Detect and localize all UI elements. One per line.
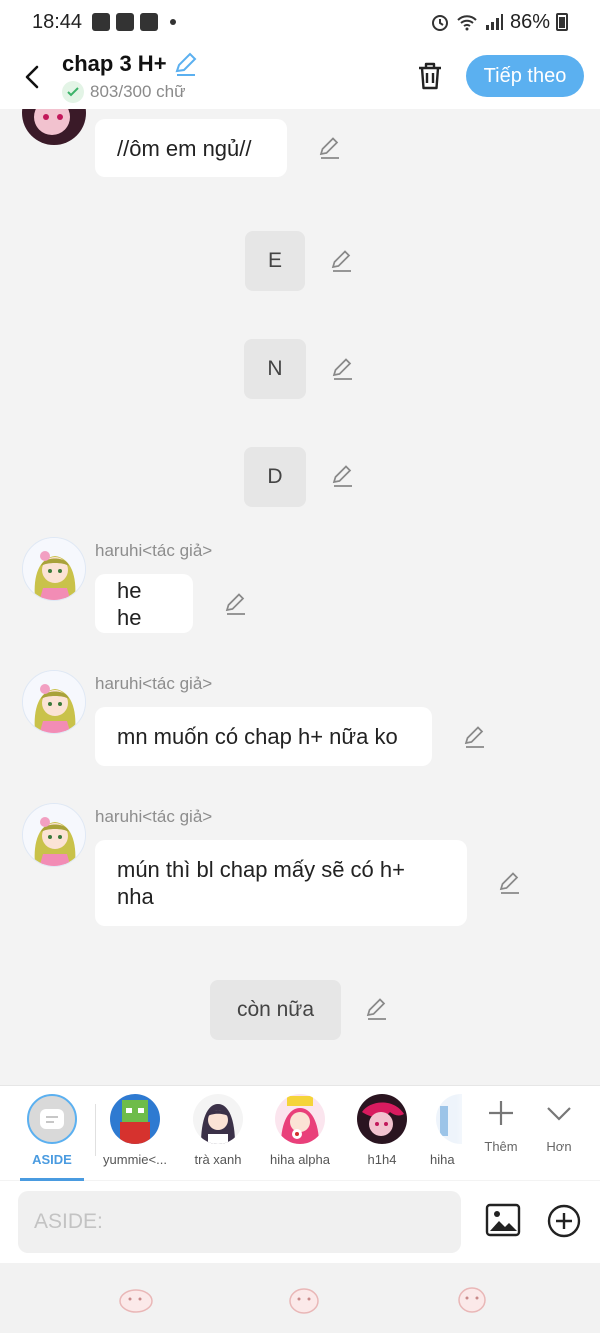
shopee-icon [116,13,135,31]
delete-button[interactable] [412,58,448,94]
add-label: Thêm [484,1139,518,1154]
add-character-button[interactable]: Thêm [476,1098,526,1154]
image-icon [485,1203,521,1237]
message-text: //ôm em ngủ// [117,135,252,161]
notification-icons [92,13,177,31]
aside-icon [27,1094,77,1144]
status-bar: 18:44 86% [0,0,600,44]
edit-message-icon[interactable] [318,136,342,160]
avatar [22,670,86,734]
message-text: mún thì bl chap mấy sẽ có h+ nha [117,857,405,909]
narration-text: còn nữa [236,998,315,1021]
character-tra-xanh[interactable]: trà xanh [176,1094,260,1167]
chapter-title: chap 3 H+ [62,50,167,76]
sticker-bar [0,1263,600,1333]
app-icon [140,13,159,31]
gallery-icon [92,13,111,31]
narration-bubble[interactable]: N [244,339,306,399]
edit-message-icon[interactable] [331,357,355,381]
character-name: trà xanh [194,1152,242,1167]
sticker-icon[interactable] [284,1281,324,1315]
narration-text: E [267,249,282,272]
editor-header: chap 3 H+ 803/300 chữ Tiếp theo [0,44,600,109]
edit-message-icon[interactable] [463,725,487,749]
avatar [110,1094,160,1144]
wifi-icon [457,15,477,31]
character-hiha-alpha[interactable]: hiha alpha [258,1094,342,1167]
edit-message-icon[interactable] [224,592,248,616]
narration-text: D [267,465,283,488]
avatar [22,109,86,145]
alarm-icon [431,15,448,31]
add-circle-icon [547,1204,581,1238]
avatar [275,1094,325,1144]
title-area: chap 3 H+ 803/300 chữ [62,51,199,103]
narration-bubble[interactable]: D [244,447,306,507]
character-h1h4[interactable]: h1h4 [340,1094,424,1167]
more-button[interactable]: Hơn [534,1098,584,1154]
plus-icon [489,1101,513,1125]
message-bubble[interactable]: mn muốn có chap h+ nữa ko [95,707,432,766]
trash-icon [419,62,441,90]
check-icon [62,80,84,103]
author-name: haruhi<tác giả> [95,674,213,693]
more-notifications-dot [170,19,177,25]
avatar [193,1094,243,1144]
sticker-icon[interactable] [452,1281,492,1315]
next-button[interactable]: Tiếp theo [466,55,584,97]
narration-bubble[interactable]: E [245,231,305,291]
character-name: yummie<... [103,1152,167,1167]
edit-message-icon[interactable] [365,997,389,1021]
message-text: mn muốn có chap h+ nữa ko [117,724,398,749]
message-text: he he [117,577,142,630]
battery-icon [556,13,568,31]
narration-bubble[interactable]: còn nữa [210,980,341,1040]
message-bubble[interactable]: //ôm em ngủ// [95,119,287,177]
message-bubble[interactable]: he he [95,574,193,633]
strip-fade [456,1086,476,1178]
battery-percent: 86% [509,10,550,33]
status-time: 18:44 [32,10,83,33]
word-count: 803/300 chữ [90,81,186,101]
back-button[interactable] [6,47,58,107]
narration-text: N [267,357,283,380]
character-yummie[interactable]: yummie<... [93,1094,177,1167]
edit-message-icon[interactable] [498,871,522,895]
author-name: haruhi<tác giả> [95,807,213,826]
message-input[interactable] [18,1191,461,1253]
back-arrow-icon [25,65,39,88]
character-name: h1h4 [367,1152,397,1167]
input-bar [0,1181,600,1263]
insert-image-button[interactable] [484,1201,522,1239]
edit-message-icon[interactable] [330,249,354,273]
author-name: haruhi<tác giả> [95,541,213,560]
avatar [22,803,86,867]
avatar [357,1094,407,1144]
edit-title-icon[interactable] [173,51,199,77]
sticker-icon[interactable] [116,1281,156,1315]
message-bubble[interactable]: mún thì bl chap mấy sẽ có h+ nha [95,840,467,926]
edit-message-icon[interactable] [331,464,355,488]
signal-icon [485,14,503,30]
character-name: ASIDE [32,1152,72,1167]
add-button[interactable] [546,1203,582,1239]
chevron-down-icon [547,1107,571,1121]
avatar [22,537,86,601]
character-name: hiha alpha [270,1152,330,1167]
character-strip: ASIDE yummie<... trà xanh hiha alpha h1h… [0,1085,600,1181]
chat-area: //ôm em ngủ// E N D haruhi<tác giả> he h… [0,109,600,1085]
more-label: Hơn [546,1139,572,1154]
character-aside[interactable]: ASIDE [10,1094,94,1167]
